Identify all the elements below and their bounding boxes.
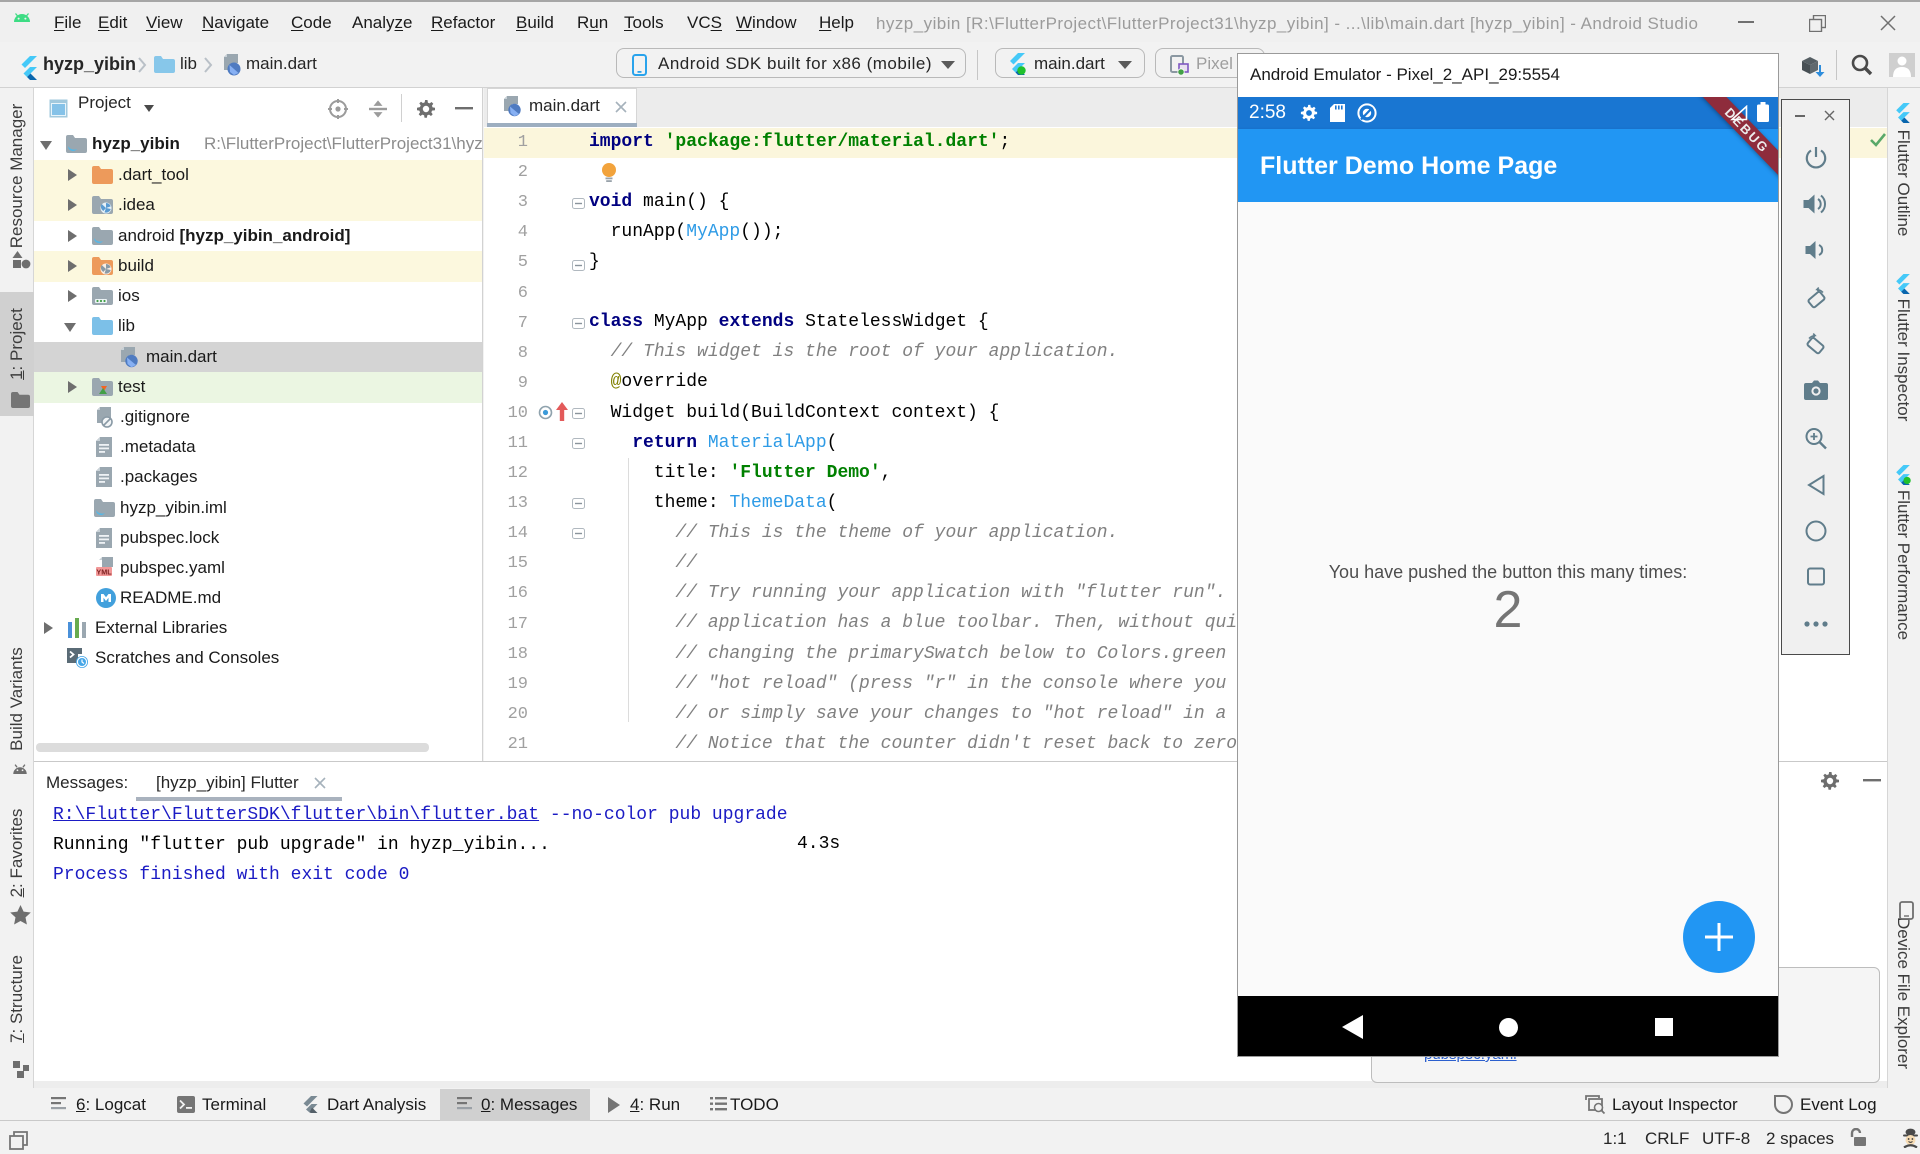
svg-text:YML: YML <box>96 567 112 576</box>
